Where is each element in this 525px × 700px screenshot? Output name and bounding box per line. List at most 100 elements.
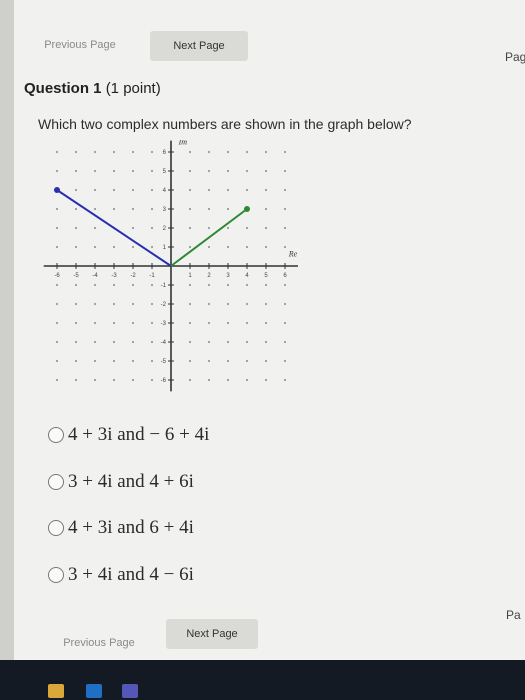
grid-dot (283, 340, 287, 344)
grid-dot (245, 378, 249, 382)
grid-dot (55, 150, 59, 154)
page-indicator: Pag (505, 50, 525, 64)
grid-dot (150, 169, 154, 173)
taskbar (0, 660, 525, 700)
grid-dot (93, 207, 97, 211)
grid-dot (207, 169, 211, 173)
grid-dot (150, 302, 154, 306)
grid-dot (207, 302, 211, 306)
grid-dot (55, 359, 59, 363)
grid-dot (150, 226, 154, 230)
grid-dot (74, 150, 78, 154)
imaginary-axis-label: Im (178, 140, 188, 146)
grid-dot (131, 245, 135, 249)
grid-dot (283, 302, 287, 306)
grid-dot (188, 150, 192, 154)
next-page-button-bottom[interactable]: Next Page (166, 619, 258, 649)
grid-dot (226, 283, 230, 287)
previous-page-button[interactable]: Previous Page (30, 30, 130, 60)
option-2[interactable]: 3 + 4i and 4 + 6i (48, 471, 194, 493)
teams-icon[interactable] (122, 684, 138, 698)
option-4[interactable]: 3 + 4i and 4 − 6i (48, 564, 194, 586)
grid-dot (245, 245, 249, 249)
real-axis-label: Re (288, 250, 298, 259)
grid-dot (131, 150, 135, 154)
radio-button[interactable] (48, 567, 64, 583)
x-tick-label: 4 (245, 273, 249, 279)
grid-dot (74, 378, 78, 382)
x-tick-label: 2 (207, 273, 211, 279)
grid-dot (226, 226, 230, 230)
y-tick-label: -3 (161, 321, 167, 327)
grid-dot (264, 226, 268, 230)
grid-dot (131, 188, 135, 192)
radio-button[interactable] (48, 427, 64, 443)
grid-dot (131, 321, 135, 325)
grid-dot (112, 169, 116, 173)
grid-dot (112, 378, 116, 382)
grid-dot (283, 245, 287, 249)
x-tick-label: 1 (188, 273, 192, 279)
grid-dot (93, 321, 97, 325)
grid-dot (55, 226, 59, 230)
grid-dot (74, 226, 78, 230)
grid-dot (150, 245, 154, 249)
question-heading: Question 1 (1 point) (24, 80, 161, 97)
grid-dot (150, 340, 154, 344)
grid-dot (264, 150, 268, 154)
y-tick-label: 5 (163, 169, 167, 175)
grid-dot (112, 359, 116, 363)
grid-dot (74, 340, 78, 344)
grid-dot (283, 226, 287, 230)
next-page-button[interactable]: Next Page (150, 31, 248, 61)
grid-dot (207, 226, 211, 230)
grid-dot (226, 359, 230, 363)
grid-dot (112, 321, 116, 325)
radio-button[interactable] (48, 474, 64, 490)
grid-dot (131, 340, 135, 344)
file-explorer-icon[interactable] (48, 684, 64, 698)
grid-dot (150, 378, 154, 382)
grid-dot (93, 378, 97, 382)
grid-dot (188, 321, 192, 325)
grid-dot (264, 188, 268, 192)
grid-dot (264, 378, 268, 382)
grid-dot (264, 207, 268, 211)
grid-dot (150, 321, 154, 325)
question-text: Which two complex numbers are shown in t… (38, 116, 412, 132)
grid-dot (226, 378, 230, 382)
y-tick-label: -2 (161, 302, 167, 308)
grid-dot (55, 207, 59, 211)
y-tick-label: 3 (163, 207, 167, 213)
outlook-icon[interactable] (86, 684, 102, 698)
y-tick-label: 1 (163, 245, 167, 251)
option-3[interactable]: 4 + 3i and 6 + 4i (48, 517, 194, 539)
grid-dot (188, 169, 192, 173)
grid-dot (264, 359, 268, 363)
grid-dot (188, 207, 192, 211)
grid-dot (74, 321, 78, 325)
grid-dot (226, 340, 230, 344)
green-vector (170, 208, 248, 267)
previous-page-button-bottom[interactable]: Previous Page (46, 628, 152, 658)
grid-dot (188, 378, 192, 382)
grid-dot (207, 283, 211, 287)
option-1[interactable]: 4 + 3i and − 6 + 4i (48, 424, 209, 446)
grid-dot (131, 207, 135, 211)
grid-dot (55, 169, 59, 173)
grid-dot (112, 150, 116, 154)
grid-dot (283, 321, 287, 325)
grid-dot (74, 188, 78, 192)
grid-dot (150, 359, 154, 363)
grid-dot (226, 169, 230, 173)
x-tick-label: -4 (92, 273, 98, 279)
grid-dot (55, 283, 59, 287)
grid-dot (283, 359, 287, 363)
grid-dot (188, 226, 192, 230)
radio-button[interactable] (48, 520, 64, 536)
y-tick-label: 2 (163, 226, 167, 232)
grid-dot (226, 150, 230, 154)
x-tick-label: 5 (264, 273, 268, 279)
x-tick-label: 3 (226, 273, 230, 279)
grid-dot (207, 378, 211, 382)
